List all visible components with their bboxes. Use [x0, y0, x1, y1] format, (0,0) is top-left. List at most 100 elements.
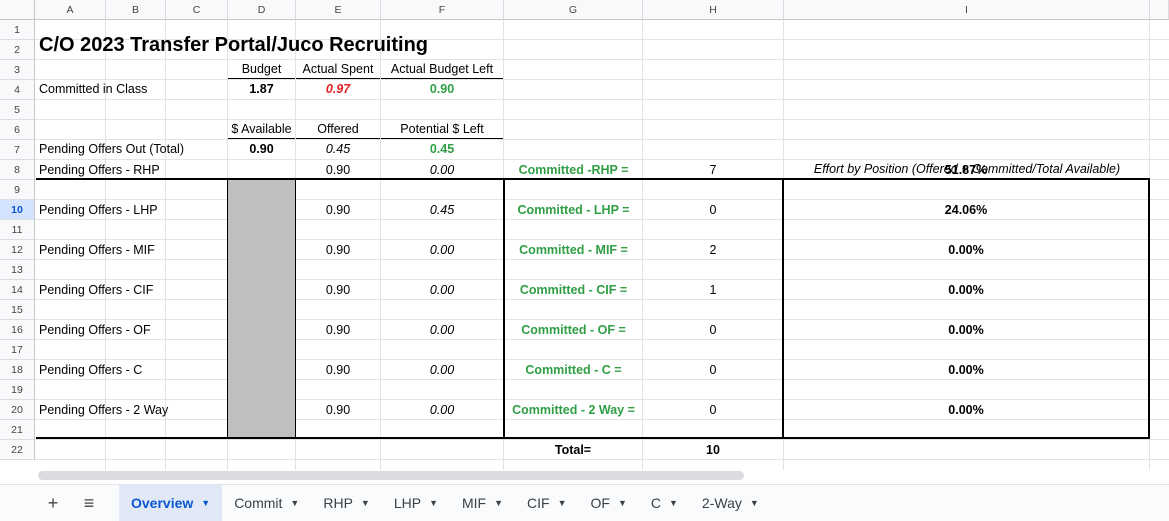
tab-2-way[interactable]: 2-Way ▼	[690, 485, 771, 521]
position-committed-label[interactable]: Committed - 2 Way =	[505, 400, 642, 420]
position-label[interactable]: Pending Offers - C	[36, 360, 145, 380]
position-committed-label[interactable]: Committed - OF =	[505, 320, 642, 340]
actual-spent-header[interactable]: Actual Spent	[296, 59, 380, 79]
position-committed-label[interactable]: Committed - MIF =	[505, 240, 642, 260]
pending-total-offered[interactable]: 0.45	[296, 139, 380, 159]
pending-total-available[interactable]: 0.90	[228, 139, 295, 159]
position-available[interactable]: 0.90	[296, 320, 380, 340]
position-available[interactable]: 0.90	[296, 200, 380, 220]
row-header-2[interactable]: 2	[0, 40, 35, 60]
position-effort[interactable]: 0.00%	[784, 360, 1148, 380]
position-committed-count[interactable]: 7	[643, 160, 783, 180]
sheet-title[interactable]: C/O 2023 Transfer Portal/Juco Recruiting	[36, 32, 431, 58]
committed-budget-value[interactable]: 1.87	[228, 79, 295, 99]
position-committed-label[interactable]: Committed - C =	[505, 360, 642, 380]
column-header-a[interactable]: A	[35, 0, 106, 20]
column-header-b[interactable]: B	[106, 0, 166, 20]
column-header-g[interactable]: G	[504, 0, 643, 20]
position-label[interactable]: Pending Offers - 2 Way	[36, 400, 171, 420]
position-effort[interactable]: 0.00%	[784, 320, 1148, 340]
caret-down-icon[interactable]: ▼	[558, 498, 567, 508]
committed-in-class-label[interactable]: Committed in Class	[36, 79, 150, 99]
row-header-13[interactable]: 13	[0, 260, 35, 280]
column-header-h[interactable]: H	[643, 0, 784, 20]
total-label[interactable]: Total=	[504, 440, 642, 460]
position-committed-label[interactable]: Committed - LHP =	[505, 200, 642, 220]
caret-down-icon[interactable]: ▼	[201, 498, 210, 508]
committed-spent-value[interactable]: 0.97	[296, 79, 380, 99]
row-header-20[interactable]: 20	[0, 400, 35, 420]
row-header-15[interactable]: 15	[0, 300, 35, 320]
position-committed-count[interactable]: 0	[643, 400, 783, 420]
column-header-c[interactable]: C	[166, 0, 228, 20]
column-header-d[interactable]: D	[228, 0, 296, 20]
position-effort[interactable]: 0.00%	[784, 400, 1148, 420]
position-label[interactable]: Pending Offers - LHP	[36, 200, 161, 220]
offered-header[interactable]: Offered	[296, 119, 380, 139]
caret-down-icon[interactable]: ▼	[750, 498, 759, 508]
pending-total-left[interactable]: 0.45	[381, 139, 503, 159]
position-effort[interactable]: 24.06%	[784, 200, 1148, 220]
pending-total-label[interactable]: Pending Offers Out (Total)	[36, 139, 187, 159]
committed-left-value[interactable]: 0.90	[381, 79, 503, 99]
tab-c[interactable]: C ▼	[639, 485, 690, 521]
spreadsheet-grid[interactable]: ABCDEFGHI 1 2 3 4 5 6 7 8 9 10 11 12 13 14 15 16 17 18 19 2…	[0, 0, 1169, 470]
position-committed-count[interactable]: 1	[643, 280, 783, 300]
row-header-22[interactable]: 22	[0, 440, 35, 460]
caret-down-icon[interactable]: ▼	[361, 498, 370, 508]
row-header-18[interactable]: 18	[0, 360, 35, 380]
row-header-19[interactable]: 19	[0, 380, 35, 400]
position-offered[interactable]: 0.00	[381, 400, 503, 420]
row-header-9[interactable]: 9	[0, 180, 35, 200]
caret-down-icon[interactable]: ▼	[290, 498, 299, 508]
potential-left-header[interactable]: Potential $ Left	[381, 119, 503, 139]
position-offered[interactable]: 0.00	[381, 320, 503, 340]
row-header-21[interactable]: 21	[0, 420, 35, 440]
position-offered[interactable]: 0.00	[381, 360, 503, 380]
row-header-11[interactable]: 11	[0, 220, 35, 240]
tab-mif[interactable]: MIF ▼	[450, 485, 515, 521]
position-label[interactable]: Pending Offers - CIF	[36, 280, 156, 300]
tab-commit[interactable]: Commit ▼	[222, 485, 311, 521]
position-offered[interactable]: 0.00	[381, 160, 503, 180]
row-header-17[interactable]: 17	[0, 340, 35, 360]
position-label[interactable]: Pending Offers - OF	[36, 320, 154, 340]
tab-of[interactable]: OF ▼	[579, 485, 639, 521]
position-available[interactable]: 0.90	[296, 360, 380, 380]
row-header-8[interactable]: 8	[0, 160, 35, 180]
position-offered[interactable]: 0.45	[381, 200, 503, 220]
caret-down-icon[interactable]: ▼	[429, 498, 438, 508]
position-effort[interactable]: 51.87%	[784, 160, 1148, 180]
position-label[interactable]: Pending Offers - MIF	[36, 240, 158, 260]
caret-down-icon[interactable]: ▼	[669, 498, 678, 508]
row-header-12[interactable]: 12	[0, 240, 35, 260]
tab-rhp[interactable]: RHP ▼	[311, 485, 381, 521]
position-available[interactable]: 0.90	[296, 280, 380, 300]
caret-down-icon[interactable]: ▼	[494, 498, 503, 508]
row-header-7[interactable]: 7	[0, 140, 35, 160]
budget-header[interactable]: Budget	[228, 59, 295, 79]
position-offered[interactable]: 0.00	[381, 240, 503, 260]
position-offered[interactable]: 0.00	[381, 280, 503, 300]
row-header-4[interactable]: 4	[0, 80, 35, 100]
select-all-corner[interactable]	[0, 0, 35, 20]
position-effort[interactable]: 0.00%	[784, 280, 1148, 300]
tab-overview[interactable]: Overview ▼	[119, 485, 223, 521]
column-header-i[interactable]: I	[784, 0, 1150, 20]
available-header[interactable]: $ Available	[228, 119, 295, 139]
position-committed-count[interactable]: 0	[643, 320, 783, 340]
position-committed-count[interactable]: 0	[643, 360, 783, 380]
row-header-1[interactable]: 1	[0, 20, 35, 40]
row-header-10[interactable]: 10	[0, 200, 35, 220]
position-available[interactable]: 0.90	[296, 240, 380, 260]
horizontal-scrollbar[interactable]	[38, 471, 744, 480]
tab-cif[interactable]: CIF ▼	[515, 485, 578, 521]
actual-budget-left-header[interactable]: Actual Budget Left	[381, 59, 503, 79]
position-available[interactable]: 0.90	[296, 160, 380, 180]
row-header-16[interactable]: 16	[0, 320, 35, 340]
hamburger-icon[interactable]: ≡	[71, 485, 107, 521]
position-available[interactable]: 0.90	[296, 400, 380, 420]
position-committed-count[interactable]: 2	[643, 240, 783, 260]
row-header-14[interactable]: 14	[0, 280, 35, 300]
position-label[interactable]: Pending Offers - RHP	[36, 160, 163, 180]
